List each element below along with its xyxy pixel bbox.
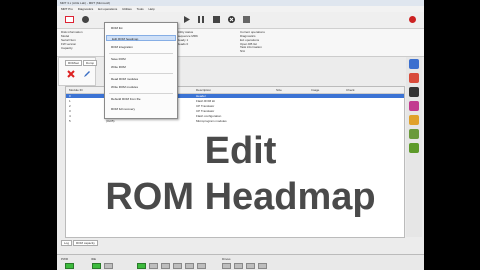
tab-log[interactable]: Log <box>61 240 73 246</box>
stop-icon[interactable] <box>212 15 221 24</box>
pen-icon[interactable] <box>83 70 91 78</box>
pause-icon[interactable] <box>197 15 206 24</box>
overlay-title-line-2: ROM Headmap <box>105 176 376 218</box>
cell-id: 0 <box>69 94 71 98</box>
music-icon[interactable] <box>409 101 419 111</box>
menu-item-edit-rom-headmap[interactable]: Edit ROM headmap <box>106 35 176 41</box>
lock-icon[interactable] <box>409 115 419 125</box>
status-label-pwr: PWR <box>61 257 68 261</box>
menu-item-write-rom-modules[interactable]: Write ROM modules <box>106 84 176 90</box>
led-idx <box>197 263 206 269</box>
led-err <box>222 263 231 269</box>
menu-separator <box>109 93 173 94</box>
cell-description: Header <box>196 94 206 98</box>
table-row[interactable]: 5 (0x05) Microprogram modules <box>66 119 404 123</box>
led-drd <box>92 263 101 269</box>
cell-description: Flash configuration <box>196 114 222 118</box>
settings-icon[interactable] <box>242 15 251 24</box>
col-module-id[interactable]: Module ID <box>69 88 83 92</box>
menu-separator <box>109 53 173 54</box>
utility-line-3: Reads 0 <box>177 42 189 46</box>
menu-item-rebuild-rom[interactable]: Rebuild ROM from file <box>106 96 176 102</box>
col-size[interactable]: Size <box>276 88 282 92</box>
rom-dropdown-menu: ROM list Edit ROM headmap ROM integratio… <box>104 22 178 119</box>
status-label-ide: IDE <box>91 257 97 261</box>
refresh-icon[interactable] <box>409 59 419 69</box>
col-image[interactable]: Image <box>311 88 319 92</box>
menu-item-rom-full-recovery[interactable]: ROM full recovery <box>106 106 176 112</box>
led-df <box>149 263 158 269</box>
current-operations: Current operations Diagnostics Ext opera… <box>240 30 265 46</box>
cell-description: CP Translator <box>196 109 215 113</box>
disk-icon[interactable] <box>409 87 419 97</box>
tab-romset[interactable]: ROMset <box>65 60 83 66</box>
utility-status: Utility status Sequence MRK Ready 1 Read… <box>177 30 198 46</box>
power-icon[interactable] <box>81 15 90 24</box>
close-icon[interactable] <box>227 15 236 24</box>
tab-dump[interactable]: Dump <box>83 60 98 66</box>
leaf-icon[interactable] <box>409 143 419 153</box>
led-sby <box>173 263 182 269</box>
col-check[interactable]: Check <box>346 88 355 92</box>
terminal-icon[interactable] <box>65 15 74 24</box>
cell-description: CP Translator <box>196 104 215 108</box>
menu-item-read-rom-modules[interactable]: Read ROM modules <box>106 76 176 82</box>
cell-id: 3 <box>69 109 71 113</box>
led-dsc <box>161 263 170 269</box>
tab-rom-capacity[interactable]: ROM capacity <box>73 240 98 246</box>
menu-item-rom-list[interactable]: ROM list <box>106 25 176 31</box>
led-drive-3 <box>258 263 267 269</box>
led-pwr <box>65 263 74 269</box>
cell-id: 5 <box>69 119 71 123</box>
col-description[interactable]: Description <box>196 88 211 92</box>
cell-id: 4 <box>69 114 71 118</box>
menu-item-save-rom[interactable]: Save ROM <box>106 56 176 62</box>
cell-id: 1 <box>69 99 71 103</box>
rom-tabs: ROMset Dump <box>65 60 98 66</box>
led-drq <box>104 263 113 269</box>
led-drive-2 <box>246 263 255 269</box>
menu-separator <box>109 73 173 74</box>
status-label-drives: Drives <box>222 257 231 261</box>
menu-item-write-rom[interactable]: Write ROM <box>106 64 176 70</box>
cell-description: Microprogram modules <box>196 119 227 123</box>
play-icon[interactable] <box>182 15 191 24</box>
delete-icon[interactable] <box>67 70 75 78</box>
task-info: Task information N/A <box>240 45 262 53</box>
puzzle-icon[interactable] <box>409 129 419 139</box>
disk-capacity-label: Capacity <box>61 46 73 50</box>
led-corr <box>185 263 194 269</box>
record-icon[interactable] <box>408 15 417 24</box>
task-info-value: N/A <box>240 49 246 53</box>
bottom-tabs: Log ROM capacity <box>61 240 99 246</box>
status-bar: PWR IDE Drives <box>57 254 424 270</box>
app-window: MRT 3.x (ACE Lab) - MRT (Microsoft) MRT … <box>57 0 424 270</box>
disk-info: Disk information Model Serial Num FW ver… <box>61 30 83 50</box>
overlay-title-line-1: Edit <box>204 130 277 172</box>
cell-description: Flash ROM kit <box>196 99 216 103</box>
right-toolbar <box>406 57 422 237</box>
cell-id: 2 <box>69 104 71 108</box>
led-drive-1 <box>234 263 243 269</box>
cell-type: (0x05) <box>106 119 115 123</box>
led-drdy <box>137 263 146 269</box>
undo-icon[interactable] <box>409 73 419 83</box>
menu-item-rom-integration[interactable]: ROM integration <box>106 44 176 50</box>
